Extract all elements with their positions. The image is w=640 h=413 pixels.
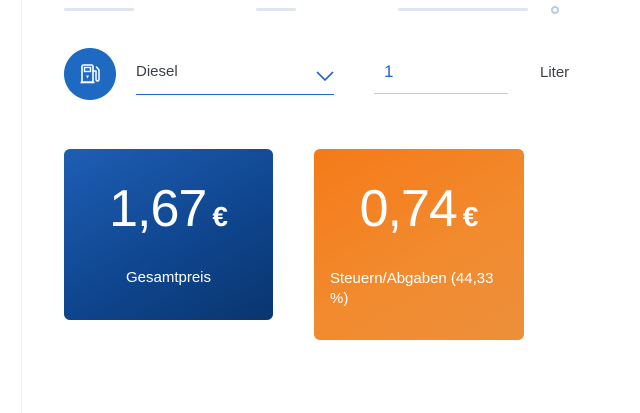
taxes-label: Steuern/Abgaben (44,33 %) <box>330 270 494 307</box>
total-price-value: 1,67 <box>109 180 207 238</box>
faded-bar <box>256 8 296 11</box>
total-price-label: Gesamtpreis <box>125 269 212 286</box>
taxes-card: 0,74 € Steuern/Abgaben (44,33 %) <box>314 149 524 340</box>
chevron-down-icon <box>316 71 334 82</box>
fuel-price-calculator: Diesel Liter 1,67€ Gesamtpreis 0,74€ Ste… <box>0 0 640 413</box>
amount-input[interactable] <box>374 50 508 94</box>
faded-indicator <box>551 6 559 14</box>
currency-symbol: € <box>212 201 228 232</box>
fuel-type-value: Diesel <box>136 63 178 80</box>
fuel-pump-icon <box>64 48 116 100</box>
taxes-price: 0,74 € <box>314 179 524 239</box>
faded-bar <box>64 8 134 11</box>
top-faded-toolbar <box>0 0 640 24</box>
faded-bar <box>398 8 528 11</box>
total-price: 1,67 € <box>64 179 273 239</box>
taxes-value: 0,74 <box>359 180 458 238</box>
left-divider <box>21 0 22 413</box>
unit-label: Liter <box>540 64 570 81</box>
currency-symbol: € <box>462 201 479 232</box>
total-price-card: 1,67 € Gesamtpreis <box>64 149 273 320</box>
fuel-type-dropdown[interactable]: Diesel <box>136 50 334 95</box>
